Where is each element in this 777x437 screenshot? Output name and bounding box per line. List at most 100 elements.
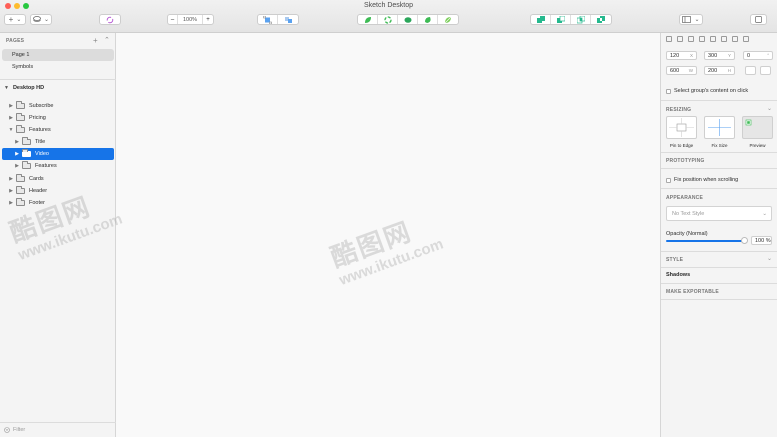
y-field[interactable]: 300 Y [704,51,735,60]
folder-icon [16,186,25,194]
fix-size-option[interactable] [704,116,735,139]
text-style-select[interactable]: No Text Style ⌄ [666,206,772,221]
appearance-header: APPEARANCE [666,195,704,201]
difference-button[interactable] [591,15,611,24]
chevron-down-icon[interactable]: ⌄ [767,255,772,262]
layer-label: Features [29,127,51,133]
zoom-level: 100% [182,16,198,23]
disclosure-right-icon: ▶ [9,115,13,121]
align-left-icon[interactable] [666,36,672,42]
folder-icon [16,101,25,109]
style-header: STYLE [666,257,684,263]
insert-button[interactable]: + ⌄ [4,14,26,25]
layer-row[interactable]: ▶ Subscribe [2,100,114,112]
subtract-icon [556,15,565,23]
difference-icon [597,15,605,23]
preview-box [742,116,773,139]
export-button[interactable] [750,14,767,25]
add-page-button[interactable]: + [93,36,98,45]
lock-ratio-button[interactable] [745,66,756,75]
pin-to-edge-option[interactable] [666,116,697,139]
layer-row[interactable]: ▶ Title [2,136,114,148]
width-field[interactable]: 600 W [666,66,697,75]
divider [661,152,777,153]
export-icon [755,16,762,23]
folder-icon [22,161,31,169]
align-top-icon[interactable] [710,36,716,42]
artboard-row[interactable]: ▼ Desktop HD [4,85,44,91]
preview-icon [745,119,752,126]
zoom-out-button[interactable]: – [168,15,178,24]
zoom-control: – 100% + [167,14,214,25]
rotation-field[interactable]: 0 ° [743,51,773,60]
filter-icon [4,427,10,433]
layer-row[interactable]: ▶ Pricing [2,112,114,124]
opacity-slider[interactable] [666,240,746,242]
page-item[interactable]: Symbols [2,61,114,73]
page-item[interactable]: Page 1 [2,49,114,61]
folder-icon [22,149,31,157]
align-right-icon[interactable] [688,36,694,42]
layer-label: Cards [29,176,44,182]
fix-size-label: Fix Size [711,143,728,148]
edit-button[interactable] [258,15,278,24]
flatten-icon [404,16,411,23]
symbol-refresh-button[interactable] [99,14,121,25]
align-middle-icon[interactable] [721,36,727,42]
disclosure-down-icon: ▼ [8,127,14,133]
opacity-slider-knob[interactable] [741,237,748,244]
subtract-button[interactable] [551,15,571,24]
x-field[interactable]: 120 X [666,51,697,60]
pin-to-edge-icon [669,118,694,137]
height-field[interactable]: 200 H [704,66,735,75]
chevron-down-icon: ⌄ [694,17,700,23]
opacity-label: Opacity (Normal) [666,231,708,237]
view-menu-button[interactable]: ⌄ [679,14,703,25]
collapse-pages-button[interactable]: ⌃ [104,36,110,44]
shape-tools [357,14,459,25]
divider [661,100,777,101]
zoom-in-button[interactable]: + [203,15,213,24]
align-center-icon[interactable] [677,36,683,42]
distribute-horizontal-icon[interactable] [699,36,705,42]
transform-button[interactable] [278,15,298,24]
shadows-label[interactable]: Shadows [666,272,690,278]
width-suffix: W [688,68,693,73]
layer-filter[interactable]: Filter [0,422,116,437]
scale-icon [444,16,452,23]
scissors-button[interactable] [358,15,378,24]
group-menu-button[interactable]: ⌄ [30,14,52,25]
mask-button[interactable] [418,15,438,24]
filter-placeholder: Filter [13,427,26,433]
height-suffix: H [727,68,731,73]
rotate-copies-icon [383,15,392,24]
text-style-value: No Text Style [672,211,705,217]
opacity-field[interactable]: 100 % [751,236,772,245]
plus-icon: + [8,15,14,24]
rotate-copies-button[interactable] [378,15,398,24]
chevron-down-icon[interactable]: ⌄ [767,105,772,112]
boolean-tools [530,14,612,25]
inspector-panel: 120 X 300 Y 0 ° 600 W 200 H Select group's co… [660,33,777,437]
disclosure-right-icon: ▶ [9,176,13,182]
width-value: 600 [670,68,680,74]
make-exportable-header[interactable]: MAKE EXPORTABLE [666,289,719,295]
divider [661,168,777,169]
zoom-level-field[interactable]: 100% [178,15,203,24]
scale-button[interactable] [438,15,458,24]
fix-position-checkbox[interactable]: Fix position when scrolling [666,177,738,183]
distribute-vertical-icon[interactable] [743,36,749,42]
union-button[interactable] [531,15,551,24]
layer-row[interactable]: ▶ Features [2,160,114,172]
align-bottom-icon[interactable] [732,36,738,42]
intersect-button[interactable] [571,15,591,24]
divider [661,267,777,268]
flip-button[interactable] [760,66,771,75]
folder-icon [16,113,25,121]
flatten-button[interactable] [398,15,418,24]
window-toolbar: Sketch Desktop + ⌄ ⌄ – 100% + ⌄ [0,0,777,33]
layer-row-selected[interactable]: ▶ Video [2,148,114,160]
divider [661,251,777,252]
layer-row[interactable]: ▼ Features [2,124,114,136]
select-group-content-checkbox[interactable]: Select group's content on click [666,88,748,94]
